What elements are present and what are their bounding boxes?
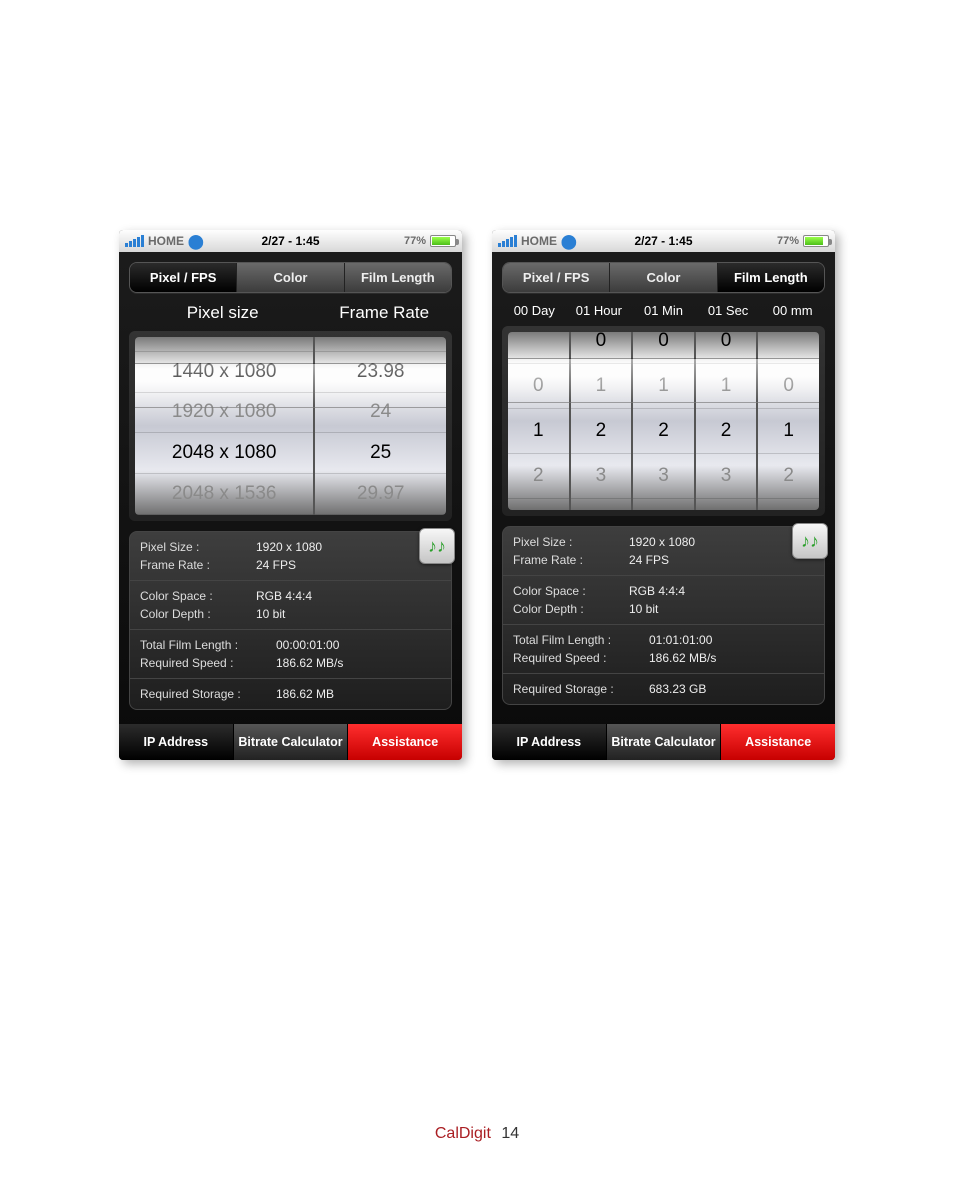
clock: 2/27 - 1:45	[634, 234, 692, 248]
battery-icon	[430, 235, 456, 247]
tab-film-length[interactable]: Film Length	[718, 263, 824, 292]
battery-icon	[803, 235, 829, 247]
phone-left: HOME ⬤ 2/27 - 1:45 77% Pixel / FPS Color…	[119, 230, 462, 760]
brand-label: CalDigit	[435, 1125, 491, 1142]
tab-bitrate-calculator[interactable]: Bitrate Calculator	[607, 724, 722, 760]
clock: 2/27 - 1:45	[261, 234, 319, 248]
tab-bitrate-calculator[interactable]: Bitrate Calculator	[234, 724, 349, 760]
top-segmented-control: Pixel / FPS Color Film Length	[502, 262, 825, 293]
tab-pixel-fps[interactable]: Pixel / FPS	[130, 263, 237, 292]
label-mm: 00 mm	[760, 303, 825, 318]
picker-col-pixel[interactable]: 1280 x 1080 1440 x 1080 1920 x 1080 2048…	[135, 337, 315, 515]
label-frame-rate: Frame Rate	[316, 303, 452, 323]
tab-ip-address[interactable]: IP Address	[492, 724, 607, 760]
label-day: 00 Day	[502, 303, 567, 318]
picker-headers: Pixel size Frame Rate	[119, 299, 462, 331]
bottom-tabbar: IP Address Bitrate Calculator Assistance	[492, 724, 835, 760]
picker-col-hour[interactable]: 0 1 2 3	[571, 332, 634, 510]
label-hour: 01 Hour	[567, 303, 632, 318]
tab-pixel-fps[interactable]: Pixel / FPS	[503, 263, 610, 292]
tab-assistance[interactable]: Assistance	[721, 724, 835, 760]
page-number: 14	[501, 1125, 519, 1142]
tab-ip-address[interactable]: IP Address	[119, 724, 234, 760]
carrier-label: HOME	[521, 234, 557, 248]
picker-col-mm[interactable]: 0 1 2	[758, 332, 819, 510]
picker-headers: 00 Day 01 Hour 01 Min 01 Sec 00 mm	[492, 299, 835, 326]
picker-wheel: 1280 x 1080 1440 x 1080 1920 x 1080 2048…	[129, 331, 452, 521]
status-bar: HOME ⬤ 2/27 - 1:45 77%	[119, 230, 462, 252]
phone-right: HOME ⬤ 2/27 - 1:45 77% Pixel / FPS Color…	[492, 230, 835, 760]
label-min: 01 Min	[631, 303, 696, 318]
top-segmented-control: Pixel / FPS Color Film Length	[129, 262, 452, 293]
picker-col-sec[interactable]: 0 1 2 3	[696, 332, 759, 510]
status-bar: HOME ⬤ 2/27 - 1:45 77%	[492, 230, 835, 252]
wifi-icon: ⬤	[188, 233, 204, 250]
page-footer: CalDigit 14	[435, 1125, 519, 1143]
info-panel: ♪♪ Pixel Size :1920 x 1080 Frame Rate :2…	[502, 526, 825, 705]
music-button[interactable]: ♪♪	[419, 528, 455, 564]
label-pixel-size: Pixel size	[129, 303, 316, 323]
tab-color[interactable]: Color	[237, 263, 344, 292]
battery-percent: 77%	[404, 235, 426, 247]
tab-color[interactable]: Color	[610, 263, 717, 292]
picker-col-min[interactable]: 0 1 2 3	[633, 332, 696, 510]
battery-percent: 77%	[777, 235, 799, 247]
label-sec: 01 Sec	[696, 303, 761, 318]
carrier-label: HOME	[148, 234, 184, 248]
wifi-icon: ⬤	[561, 233, 577, 250]
picker-wheel: 0 1 2 0 1 2 3 0 1	[502, 326, 825, 516]
music-button[interactable]: ♪♪	[792, 523, 828, 559]
info-panel: ♪♪ Pixel Size :1920 x 1080 Frame Rate :2…	[129, 531, 452, 710]
picker-col-fps[interactable]: 15 23.98 24 25 29.97	[315, 337, 446, 515]
signal-icon	[498, 235, 517, 247]
bottom-tabbar: IP Address Bitrate Calculator Assistance	[119, 724, 462, 760]
tab-film-length[interactable]: Film Length	[345, 263, 451, 292]
tab-assistance[interactable]: Assistance	[348, 724, 462, 760]
signal-icon	[125, 235, 144, 247]
picker-col-day[interactable]: 0 1 2	[508, 332, 571, 510]
